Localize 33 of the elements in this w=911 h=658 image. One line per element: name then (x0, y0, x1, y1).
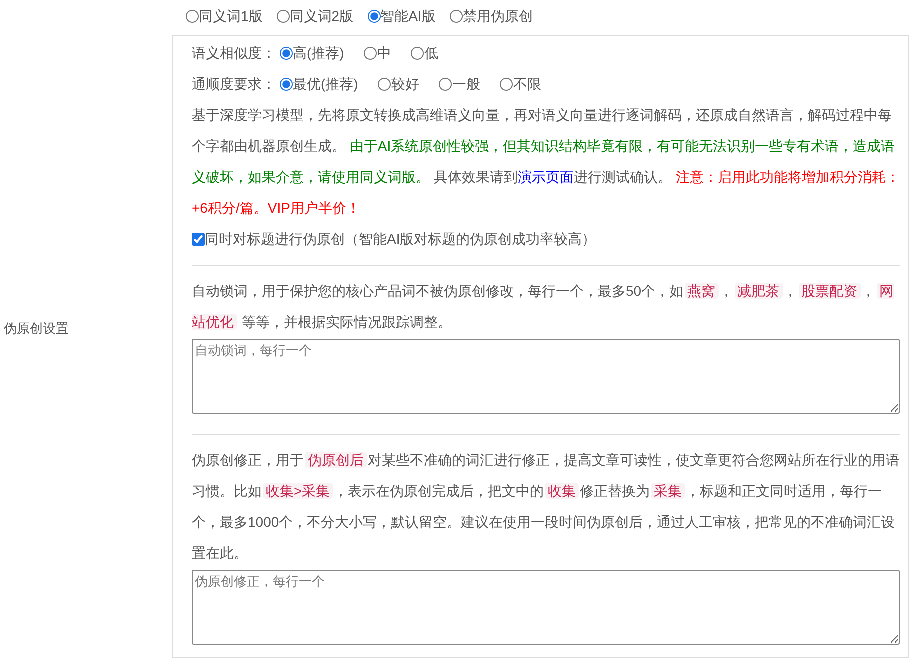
radio-button[interactable] (439, 78, 452, 91)
correction-textarea[interactable]: 伪原创修正，每行一个 (192, 570, 900, 645)
radio-button[interactable] (378, 78, 392, 91)
correction-paragraph: 伪原创修正，用于 伪原创后 对某些不准确的词汇进行修正，提高文章可读性，使文章更符合您网站所在行业的用语习惯。比如 收集>采集 ，表示在伪原创完成后，把文中的 收集 修正替换为 采集 ，标题和正文同时适用，每行一个，最多1000个，不分大小写，默认留空。建议在使用一段时间伪原创后，通过人工审核，把常见的不准确词汇设置在此。 (192, 451, 900, 563)
option-label: 高(推荐) (293, 44, 344, 63)
radio-button[interactable] (186, 10, 199, 23)
radio-button[interactable] (411, 47, 424, 60)
setting-label: 通顺度要求： (192, 75, 276, 94)
option-label: 中 (377, 44, 392, 63)
option-label: 较好 (391, 75, 420, 94)
radio-button[interactable] (280, 47, 293, 60)
title-checkbox[interactable] (192, 233, 205, 246)
radio-button[interactable] (368, 10, 381, 23)
option-label: 一般 (452, 75, 480, 94)
demo-link[interactable]: 演示页面 (518, 169, 574, 185)
radio-button[interactable] (280, 78, 293, 91)
option-label: 禁用伪原创 (462, 7, 533, 26)
option-label: 不限 (513, 75, 542, 94)
radio-button[interactable] (500, 78, 514, 91)
checkbox-label: 同时对标题进行伪原创（智能AI版对标题的伪原创成功率较高） (205, 230, 596, 249)
option-label: 最优(推荐) (293, 75, 358, 94)
description-paragraph: 基于深度学习模型，先将原文转换成高维语义向量，再对语义向量进行逐词解码，还原成自然语言，解码过程中每个字都由机器原创生成。 由于AI系统原创性较强，但其知识结构毕竟有限，有可能无法识别一些专有术语，造成语义破坏，如果介意，请使用同义词版。 具体效果请到演示页面进行测试确认。 注意：启用此功能将增加积分消耗：+6积分/篇。VIP用户半价！ (192, 106, 900, 218)
radio-button[interactable] (276, 10, 290, 23)
setting-label: 语义相似度： (192, 44, 276, 63)
radio-button[interactable] (364, 47, 378, 60)
option-label: 同义词1版 (199, 7, 263, 26)
option-label: 同义词2版 (290, 7, 354, 26)
lock-words-paragraph: 自动锁词，用于保护您的核心产品词不被伪原创修改，每行一个，最多50个，如 燕窝 ， 减肥茶 ， 股票配资 ， 网站优化 等等，并根据实际情况跟踪调整。 (192, 282, 895, 332)
option-label: 智能AI版 (380, 7, 436, 26)
lock-words-textarea[interactable]: 自动锁词，每行一个 (192, 339, 900, 414)
section-label: 伪原创设置 (4, 320, 69, 338)
radio-button[interactable] (450, 10, 463, 23)
option-label: 低 (424, 44, 438, 63)
